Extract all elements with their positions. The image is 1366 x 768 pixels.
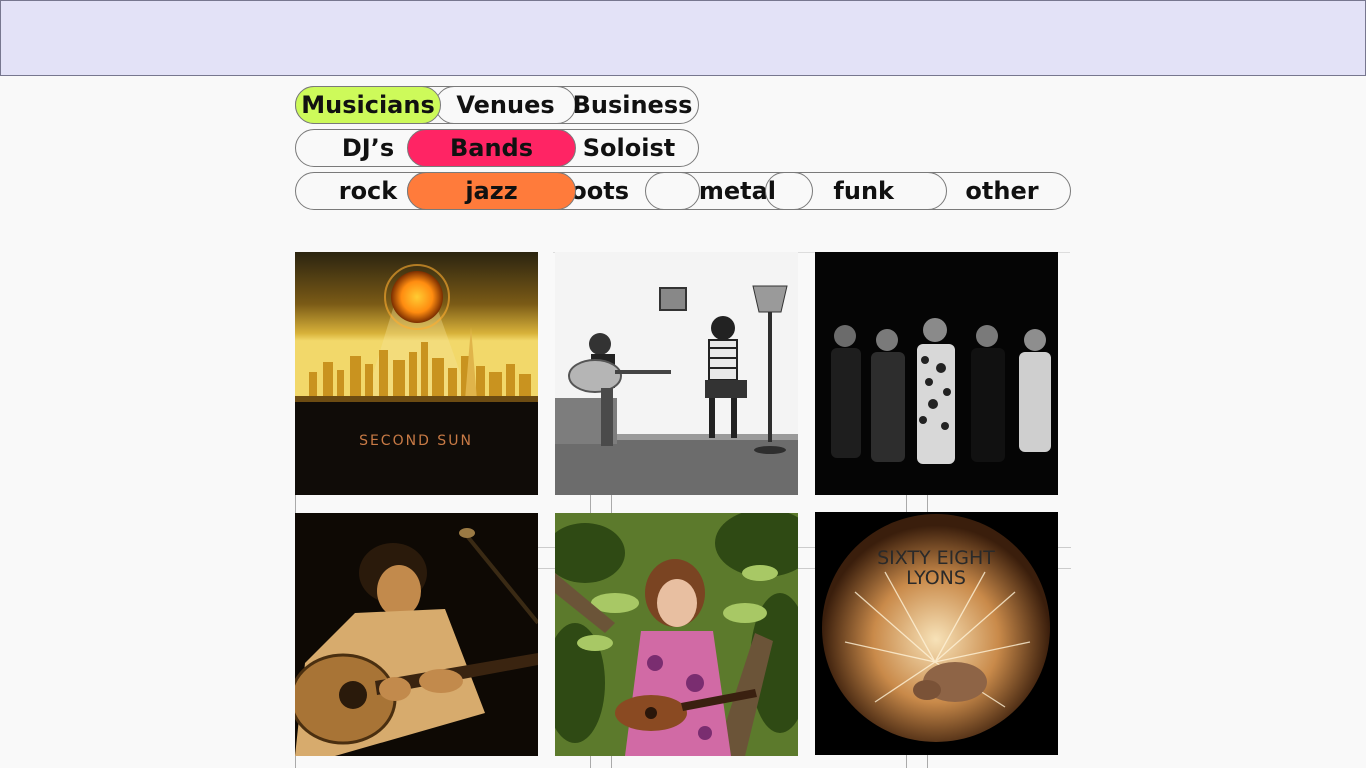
category-tabs: Venues Business Musicians (295, 86, 699, 124)
genre-tabs: rock roots metal funk other jazz (295, 172, 1071, 210)
armadillo-sparks-album-art: SIXTY EIGHT LYONS (815, 512, 1058, 755)
tab-funk[interactable]: funk (765, 172, 947, 210)
tab-soloist[interactable]: Soloist (566, 129, 692, 167)
result-tile-sixty-eight-lyons[interactable]: SIXTY EIGHT LYONS (815, 512, 1058, 755)
tile-caption-line1: SIXTY EIGHT (877, 547, 995, 569)
guitarist-microphone-photo (295, 513, 538, 756)
tab-venues[interactable]: Venues (435, 86, 576, 124)
tab-bands[interactable]: Bands (407, 129, 576, 167)
result-tile-guitarist[interactable] (295, 513, 538, 756)
tab-business[interactable]: Business (566, 86, 699, 124)
result-tile-band[interactable] (815, 252, 1058, 495)
tab-other[interactable]: other (947, 172, 1057, 210)
tile-caption-line2: LYONS (906, 567, 966, 589)
result-tile-ukulele[interactable] (555, 513, 798, 756)
results-grid: SECOND SUN SIXTY EIGHT LYONS (295, 252, 1071, 768)
result-tile-second-sun[interactable]: SECOND SUN (295, 252, 538, 495)
type-tabs: DJ’s Soloist Bands (295, 129, 699, 167)
tab-musicians[interactable]: Musicians (295, 86, 441, 124)
tab-jazz[interactable]: jazz (407, 172, 576, 210)
header-bar (0, 0, 1366, 76)
result-tile-duo[interactable] (555, 252, 798, 495)
tile-caption: SECOND SUN (359, 433, 473, 449)
duo-guitar-lamp-photo (555, 252, 798, 495)
five-member-band-photo (815, 252, 1058, 495)
city-skyline-sun-album-art: SECOND SUN (295, 252, 538, 495)
woman-ukulele-tree-photo (555, 513, 798, 756)
